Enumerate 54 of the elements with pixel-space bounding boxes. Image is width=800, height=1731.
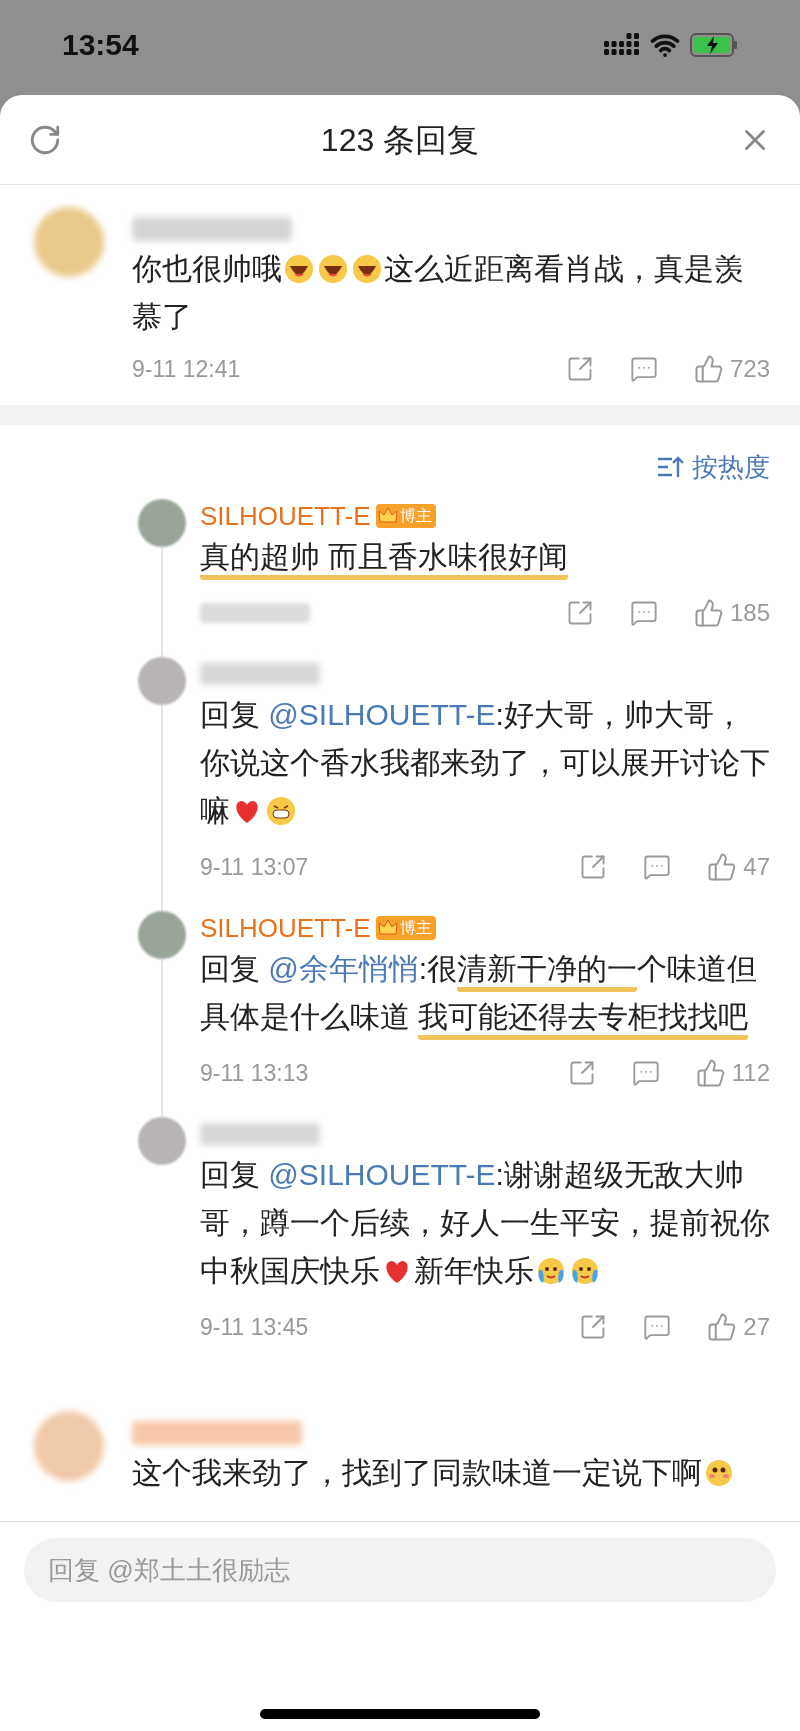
timestamp: 9-11 13:13 <box>200 1058 309 1088</box>
mention-link[interactable]: @SILHOUETT-E <box>268 698 496 731</box>
like-icon[interactable] <box>707 852 738 882</box>
comment-text: 真的超帅 而且香水味很好闻 <box>200 533 770 581</box>
battery-icon <box>690 31 738 58</box>
avatar[interactable] <box>34 207 104 277</box>
grinning-face-icon <box>266 796 296 826</box>
like-count: 47 <box>743 852 770 882</box>
laughing-face-icon <box>352 254 382 284</box>
comment-text: 这个我来劲了，找到了同款味道一定说下啊 <box>132 1449 770 1497</box>
sort-icon[interactable] <box>656 455 684 479</box>
mention-link[interactable]: @余年悄悄 <box>268 952 419 985</box>
reply-input[interactable]: 回复 @郑土土很励志 <box>24 1538 776 1602</box>
sort-label[interactable]: 按热度 <box>692 447 770 487</box>
like-icon[interactable] <box>707 1312 738 1342</box>
comment-icon[interactable] <box>629 599 658 627</box>
signal-icon <box>604 32 640 57</box>
avatar[interactable] <box>138 657 186 705</box>
status-time: 13:54 <box>62 27 139 63</box>
avatar[interactable] <box>138 499 186 547</box>
laughing-face-icon <box>284 254 314 284</box>
like-icon[interactable] <box>693 598 724 628</box>
like-icon[interactable] <box>695 1058 726 1088</box>
author-name[interactable]: SILHOUETT-E <box>200 908 371 948</box>
header-title: 123 条回复 <box>320 120 480 160</box>
blogger-badge: 博主 <box>376 504 437 528</box>
author-name[interactable]: SILHOUETT-E <box>200 496 371 536</box>
crown-icon <box>378 919 399 937</box>
comment-text: 回复 @余年悄悄:很清新干净的一个味道但具体是什么味道 我可能还得去专柜找找吧 <box>200 945 770 1041</box>
crown-icon <box>378 507 399 525</box>
like-count: 723 <box>729 354 770 384</box>
laughing-face-icon <box>318 254 348 284</box>
mention-link[interactable]: @SILHOUETT-E <box>268 1158 496 1191</box>
like-count: 27 <box>743 1312 770 1342</box>
blushing-face-icon <box>704 1458 734 1488</box>
avatar[interactable] <box>138 1117 186 1165</box>
blogger-badge: 博主 <box>376 916 437 940</box>
comment-icon[interactable] <box>643 1313 672 1341</box>
comment-text: 回复 @SILHOUETT-E:好大哥，帅大哥，你说这个香水我都来劲了，可以展开讨论下嘛 <box>200 697 770 829</box>
crying-face-icon <box>536 1256 566 1286</box>
comment-icon[interactable] <box>643 853 672 881</box>
like-count: 185 <box>729 598 770 628</box>
timestamp: 9-11 13:45 <box>200 1312 309 1342</box>
comment-text: 你也很帅哦 这么近距离看肖战，真是羡慕了 <box>132 251 745 335</box>
like-icon[interactable] <box>693 354 724 384</box>
like-count: 112 <box>731 1058 770 1088</box>
avatar[interactable] <box>138 911 186 959</box>
comment-icon[interactable] <box>629 355 658 383</box>
comment-icon[interactable] <box>631 1059 660 1087</box>
timestamp: 9-11 12:41 <box>132 354 241 384</box>
crying-face-icon <box>570 1256 600 1286</box>
timestamp: 9-11 13:07 <box>200 852 309 882</box>
comment-text: 回复 @SILHOUETT-E:谢谢超级无敌大帅哥，蹲一个后续，好人一生平安，提前祝你中秋国庆快乐 新年快乐 <box>200 1157 770 1289</box>
avatar[interactable] <box>34 1411 104 1481</box>
